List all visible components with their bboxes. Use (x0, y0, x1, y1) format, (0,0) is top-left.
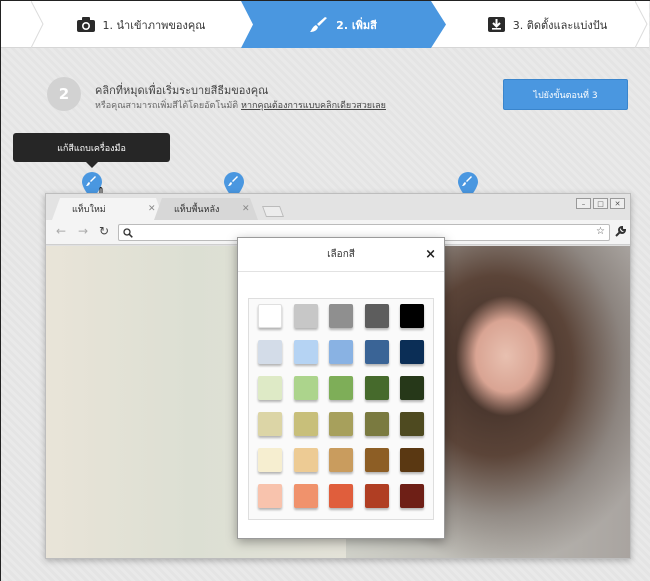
camera-icon (76, 17, 95, 32)
intro-subtitle-text: หรือคุณสามารถเพิ่มสีได้โดยอัตโนมัติ (95, 101, 239, 111)
color-swatch[interactable] (329, 412, 353, 436)
color-swatch[interactable] (258, 448, 282, 472)
color-swatch[interactable] (364, 484, 389, 508)
color-swatch[interactable] (258, 304, 282, 328)
color-swatch[interactable] (293, 412, 318, 436)
color-swatch[interactable] (329, 484, 353, 508)
tab-strip: แท็บใหม่ ✕ แท็บพื้นหลัง ✕ – □ ✕ (46, 194, 630, 220)
intro-subtitle: หรือคุณสามารถเพิ่มสีได้โดยอัตโนมัติ หากค… (95, 98, 386, 112)
steps-bar: 1. นำเข้าภาพของคุณ 2. เพิ่มสี 3. ติดตั้ง… (1, 1, 649, 48)
step-separator (635, 1, 648, 48)
color-swatch[interactable] (364, 340, 389, 364)
paintbrush-icon (310, 16, 328, 33)
minimize-icon[interactable]: – (576, 198, 591, 209)
step-3-install-share[interactable]: 3. ติดตั้งและแบ่งปัน (446, 1, 649, 48)
maximize-icon[interactable]: □ (593, 198, 608, 209)
color-swatch[interactable] (258, 340, 282, 364)
step-1-import[interactable]: 1. นำเข้าภาพของคุณ (41, 1, 241, 48)
tooltip: แก้สีแถบเครื่องมือ (13, 133, 170, 168)
wrench-icon[interactable] (614, 226, 626, 238)
color-swatch[interactable] (258, 484, 282, 508)
color-swatch[interactable] (329, 448, 353, 472)
download-icon (487, 17, 505, 32)
color-picker-dialog: เลือกสี × (237, 237, 445, 539)
search-icon (123, 228, 133, 238)
step-number-badge: 2 (47, 77, 81, 111)
step-2-add-color[interactable]: 2. เพิ่มสี (241, 1, 446, 48)
tab-background-tab-label: แท็บพื้นหลัง (174, 205, 220, 215)
color-swatch[interactable] (293, 484, 318, 508)
tab-new-tab-label: แท็บใหม่ (72, 205, 106, 215)
color-swatch[interactable] (293, 340, 318, 364)
color-swatch[interactable] (329, 304, 353, 328)
color-swatch[interactable] (293, 448, 318, 472)
step-3-label: 3. ติดตั้งและแบ่งปัน (512, 18, 608, 32)
color-swatch[interactable] (400, 484, 424, 508)
next-step-button[interactable]: ไปยังขั้นตอนที่ 3 (503, 79, 628, 110)
color-swatch-grid (248, 298, 434, 520)
color-swatch[interactable] (400, 448, 424, 472)
color-swatch[interactable] (293, 304, 318, 328)
color-swatch[interactable] (400, 376, 424, 400)
step-1-label: 1. นำเข้าภาพของคุณ (102, 18, 206, 32)
tab-close-icon[interactable]: ✕ (148, 204, 156, 214)
color-swatch[interactable] (329, 376, 353, 400)
intro-title: คลิกที่หมุดเพื่อเริ่มระบายสีธีมของคุณ (95, 84, 269, 97)
color-picker-title: เลือกสี (238, 238, 444, 272)
color-swatch[interactable] (364, 448, 389, 472)
forward-arrow-icon[interactable]: → (78, 224, 88, 238)
color-swatch[interactable] (400, 340, 424, 364)
auto-color-link[interactable]: หากคุณต้องการแบบคลิกเดียวสวยเลย (241, 101, 386, 111)
star-bookmark-icon[interactable]: ☆ (596, 226, 605, 237)
back-arrow-icon[interactable]: ← (56, 224, 66, 238)
color-swatch[interactable] (258, 412, 282, 436)
new-tab-button[interactable] (261, 206, 285, 217)
reload-icon[interactable]: ↻ (99, 224, 109, 238)
color-swatch[interactable] (293, 376, 318, 400)
color-swatch[interactable] (364, 376, 389, 400)
color-swatch[interactable] (364, 412, 389, 436)
tab-new-tab[interactable]: แท็บใหม่ ✕ (52, 198, 164, 220)
color-swatch[interactable] (329, 340, 353, 364)
tab-close-icon[interactable]: ✕ (242, 204, 250, 214)
step-2-label: 2. เพิ่มสี (336, 18, 377, 32)
color-swatch[interactable] (400, 304, 424, 328)
close-icon[interactable]: × (425, 247, 436, 262)
tab-background-tab[interactable]: แท็บพื้นหลัง ✕ (154, 198, 258, 220)
color-swatch[interactable] (400, 412, 424, 436)
color-swatch[interactable] (258, 376, 282, 400)
close-window-icon[interactable]: ✕ (610, 198, 625, 209)
color-swatch[interactable] (364, 304, 389, 328)
